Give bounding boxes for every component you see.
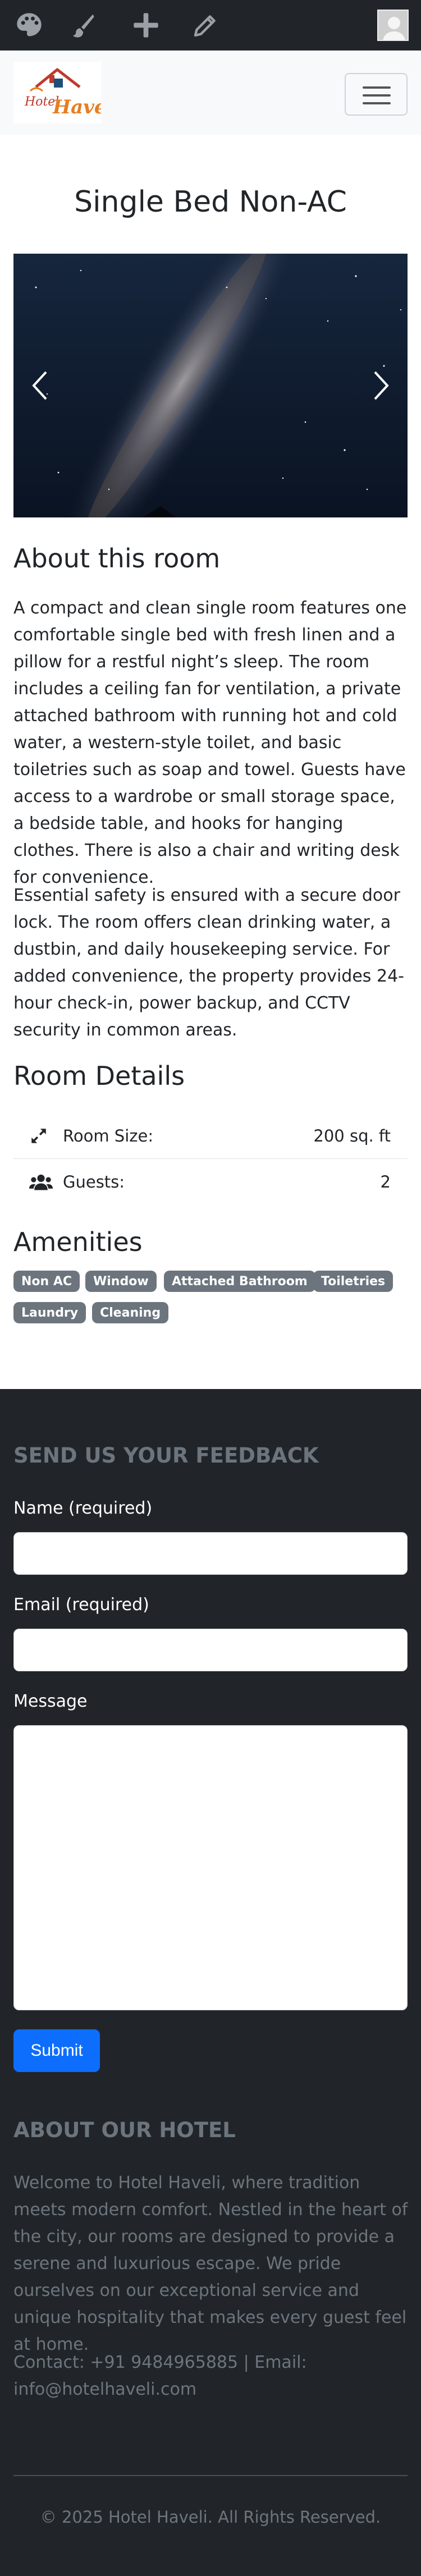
guests-label: Guests:	[63, 1172, 125, 1191]
amenity-badge: Attached Bathroom	[164, 1271, 315, 1292]
about-room-paragraph-2: Essential safety is ensured with a secur…	[13, 886, 404, 1040]
name-field-label: Name (required)	[13, 1498, 153, 1518]
message-textarea[interactable]	[13, 1725, 408, 2010]
amenity-badge: Toiletries	[313, 1271, 393, 1292]
guests-value: 2	[380, 1172, 391, 1191]
palette-icon[interactable]	[13, 10, 45, 41]
pencil-icon[interactable]	[190, 10, 221, 41]
email-input[interactable]	[13, 1629, 408, 1671]
about-room-paragraph-1: A compact and clean single room features…	[13, 598, 407, 887]
users-icon	[29, 1174, 63, 1190]
room-size-value: 200 sq. ft	[313, 1126, 391, 1145]
about-hotel-heading: ABOUT OUR HOTEL	[13, 2118, 236, 2142]
svg-text:Haveli: Haveli	[52, 96, 101, 118]
amenity-badge: Laundry	[13, 1302, 86, 1323]
about-room-heading: About this room	[13, 543, 221, 574]
plus-icon[interactable]	[130, 10, 162, 41]
room-size-label: Room Size:	[63, 1126, 154, 1145]
contact-text: Contact: +91 9484965885 | Email: info@ho…	[13, 2353, 307, 2399]
submit-button[interactable]: Submit	[13, 2029, 100, 2072]
amenity-badge: Non AC	[13, 1271, 80, 1292]
room-details-heading: Room Details	[13, 1061, 185, 1091]
room-size-row: Room Size: 200 sq. ft	[13, 1113, 408, 1158]
message-field-label: Message	[13, 1692, 88, 1711]
email-field-label: Email (required)	[13, 1595, 149, 1615]
admin-toolbar	[0, 0, 421, 51]
chevron-right-icon	[374, 371, 389, 400]
room-photo	[13, 254, 408, 517]
room-title: Single Bed Non-AC	[74, 185, 347, 219]
expand-arrows-icon	[29, 1126, 63, 1145]
amenities-heading: Amenities	[13, 1227, 143, 1257]
footer-divider	[13, 2475, 408, 2476]
copyright-text: © 2025 Hotel Haveli. All Rights Reserved…	[40, 2508, 381, 2527]
site-navbar: Hotel Haveli	[0, 51, 421, 135]
chevron-left-icon	[32, 371, 47, 400]
about-hotel-text: Welcome to Hotel Haveli, where tradition…	[13, 2173, 408, 2354]
room-image-carousel[interactable]	[13, 254, 408, 517]
hamburger-icon	[363, 86, 391, 89]
brush-icon[interactable]	[66, 10, 98, 41]
amenity-badge: Window	[85, 1271, 157, 1292]
user-avatar[interactable]	[377, 10, 409, 41]
feedback-heading: SEND US YOUR FEEDBACK	[13, 1443, 319, 1468]
guests-row: Guests: 2	[13, 1159, 408, 1204]
amenity-badge: Cleaning	[92, 1302, 169, 1323]
hotel-logo[interactable]: Hotel Haveli	[13, 62, 121, 123]
details-divider	[13, 1158, 408, 1159]
carousel-prev-button[interactable]	[22, 363, 56, 408]
name-input[interactable]	[13, 1532, 408, 1575]
carousel-next-button[interactable]	[365, 363, 399, 408]
navbar-toggle-button[interactable]	[345, 73, 408, 116]
